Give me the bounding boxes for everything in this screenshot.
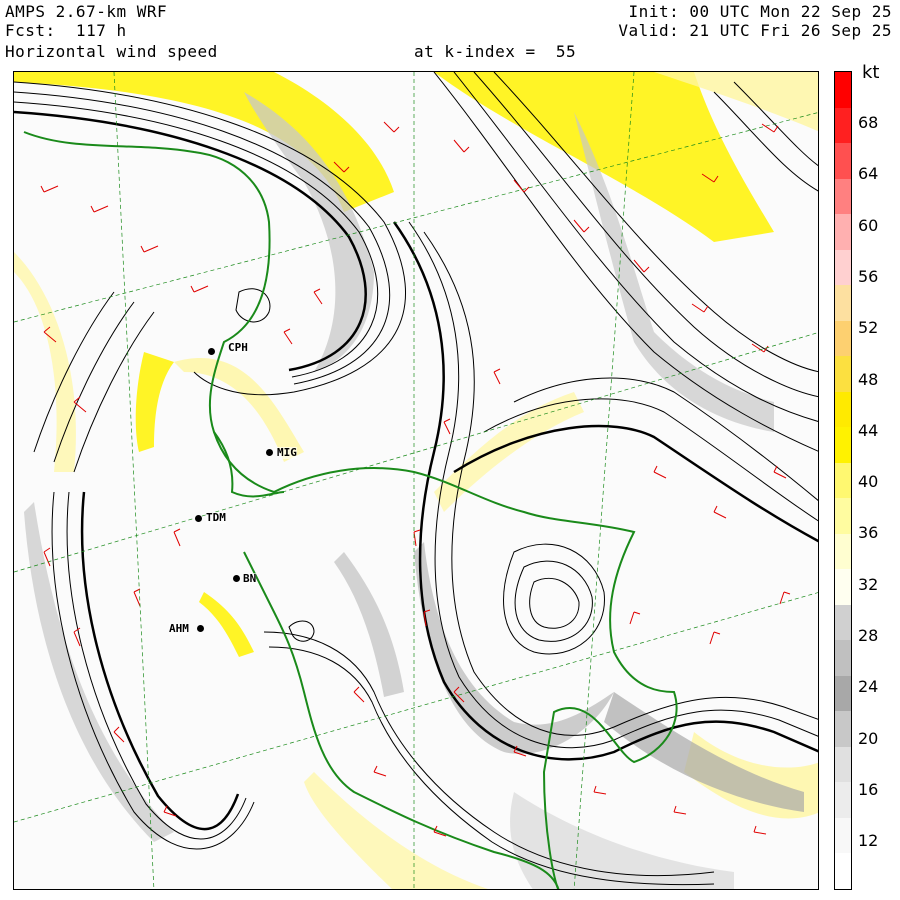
- colorbar-segment: [835, 72, 851, 109]
- colorbar-segment: [835, 746, 851, 783]
- colorbar-segment: [835, 356, 851, 393]
- colorbar-tick-label: 32: [858, 574, 879, 594]
- colorbar-segment: [835, 391, 851, 428]
- colorbar-tick-label: 12: [858, 831, 879, 851]
- station-mig-label: MIG: [277, 446, 297, 459]
- init-time: Init: 00 UTC Mon 22 Sep 25: [628, 2, 892, 21]
- colorbar-tick-label: 60: [858, 215, 879, 235]
- colorbar-tick-label: 68: [858, 113, 879, 132]
- wind-speed-map: [14, 72, 818, 889]
- station-tdm-label: TDM: [206, 511, 226, 524]
- colorbar-segment: [835, 604, 851, 641]
- map-panel[interactable]: CPH MIG TDM BN AHM: [13, 71, 819, 890]
- colorbar-tick-label: 56: [858, 266, 879, 286]
- forecast-hour: Fcst: 117 h: [5, 21, 127, 40]
- colorbar-segment: [835, 817, 851, 854]
- colorbar-segment: [835, 675, 851, 712]
- station-tdm-dot[interactable]: [195, 515, 202, 522]
- station-cph-label: CPH: [228, 341, 248, 354]
- field-name: Horizontal wind speed: [5, 42, 218, 61]
- colorbar-tick-label: 64: [858, 164, 879, 184]
- colorbar-segment: [835, 569, 851, 606]
- colorbar-segment: [835, 214, 851, 251]
- colorbar-segment: [835, 427, 851, 464]
- colorbar-segment: [835, 249, 851, 286]
- colorbar-segment: [835, 853, 851, 890]
- colorbar-tick-label: 20: [858, 728, 879, 748]
- colorbar-segment: [835, 498, 851, 535]
- colorbar-segment: [835, 107, 851, 144]
- colorbar-tick-label: 16: [858, 779, 879, 799]
- station-bn-dot[interactable]: [233, 575, 240, 582]
- station-ahm-dot[interactable]: [197, 625, 204, 632]
- wind-barbs: [40, 121, 791, 837]
- colorbar-tick-label: 40: [858, 472, 879, 492]
- colorbar-segment: [835, 533, 851, 570]
- station-cph-dot[interactable]: [208, 348, 215, 355]
- station-ahm-label: AHM: [169, 622, 189, 635]
- colorbar-segment: [835, 178, 851, 215]
- colorbar-segment: [835, 143, 851, 180]
- colorbar-tick-label: 28: [858, 626, 879, 645]
- colorbar-segment: [835, 462, 851, 499]
- station-bn-label: BN: [243, 572, 257, 585]
- colorbar: [834, 71, 852, 890]
- colorbar-segment: [835, 711, 851, 748]
- colorbar-tick-label: 44: [858, 420, 879, 440]
- colorbar-unit: kt: [862, 62, 880, 83]
- colorbar-tick-label: 48: [858, 369, 879, 389]
- colorbar-tick-label: 52: [858, 318, 879, 338]
- model-title: AMPS 2.67-km WRF: [5, 2, 168, 21]
- colorbar-tick-label: 36: [858, 523, 879, 543]
- level-index: at k-index = 55: [414, 42, 577, 61]
- station-mig-dot[interactable]: [266, 449, 273, 456]
- colorbar-segment: [835, 320, 851, 357]
- valid-time: Valid: 21 UTC Fri 26 Sep 25: [618, 21, 892, 40]
- colorbar-segment: [835, 640, 851, 677]
- colorbar-segment: [835, 782, 851, 819]
- colorbar-segment: [835, 285, 851, 322]
- colorbar-tick-label: 24: [858, 677, 879, 697]
